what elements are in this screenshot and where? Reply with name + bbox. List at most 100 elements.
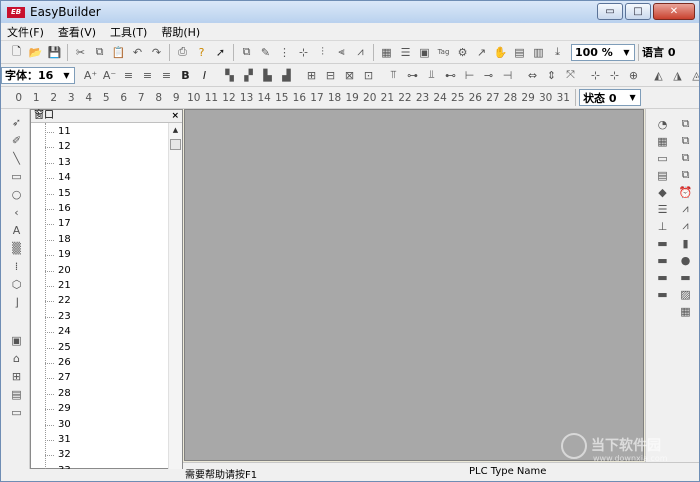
tree-item[interactable]: 17 xyxy=(45,216,71,231)
grid-icon[interactable]: ⋮ xyxy=(278,45,292,59)
alarm-icon[interactable]: ⏰ xyxy=(679,185,693,199)
tree-item[interactable]: 18 xyxy=(45,232,71,247)
bar-graph-icon[interactable]: ▮ xyxy=(679,236,693,250)
help-icon[interactable]: ? xyxy=(195,45,209,59)
layer-number[interactable]: 5 xyxy=(98,92,116,104)
tag-shape-icon[interactable]: ◆ xyxy=(656,185,670,199)
center-icon[interactable]: ⊕ xyxy=(627,68,641,82)
merge-icon[interactable]: ⊠ xyxy=(343,68,357,82)
layer-number[interactable]: 7 xyxy=(133,92,151,104)
multi-state-icon[interactable]: ⧉ xyxy=(679,168,693,182)
open-folder-icon[interactable]: 📂 xyxy=(29,45,43,59)
tree-item[interactable]: 24 xyxy=(45,324,71,339)
page-icon[interactable]: ▤ xyxy=(513,45,527,59)
polygon-icon[interactable]: ⬡ xyxy=(10,277,24,291)
layer-number[interactable]: 12 xyxy=(220,92,238,104)
undo-icon[interactable]: ↶ xyxy=(131,45,145,59)
function-key-icon[interactable]: ⌂ xyxy=(10,351,24,365)
align-icon[interactable]: ⫶ xyxy=(316,45,330,59)
layer-number[interactable]: 11 xyxy=(203,92,221,104)
keypad-grid-icon[interactable]: ▦ xyxy=(656,134,670,148)
layer-number[interactable]: 1 xyxy=(28,92,46,104)
picture-icon[interactable]: ▤ xyxy=(10,387,24,401)
bar-icon[interactable]: ▬ xyxy=(656,253,670,267)
keypad-icon[interactable]: ▭ xyxy=(10,405,24,419)
tree-item[interactable]: 32 xyxy=(45,447,71,462)
tree-item[interactable]: 12 xyxy=(45,139,71,154)
align-vcenter-icon[interactable]: ⊷ xyxy=(444,68,458,82)
numeric-display-icon[interactable]: ▤ xyxy=(656,168,670,182)
text-tool-icon[interactable]: A xyxy=(10,223,24,237)
arrow-tool-icon[interactable]: ↗ xyxy=(475,45,489,59)
display-icon[interactable]: ▬ xyxy=(656,236,670,250)
align-bottom-icon[interactable]: ⫫ xyxy=(425,68,439,82)
copy-icon[interactable]: ⧉ xyxy=(93,45,107,59)
layer-number[interactable]: 23 xyxy=(414,92,432,104)
line-icon[interactable]: ╲ xyxy=(10,151,24,165)
menu-view[interactable]: 查看(V) xyxy=(58,24,96,40)
download-icon[interactable]: ⤓ xyxy=(551,45,565,59)
numeric-input-icon[interactable]: ▭ xyxy=(656,151,670,165)
table-icon[interactable]: ▦ xyxy=(380,45,394,59)
redo-icon[interactable]: ↷ xyxy=(150,45,164,59)
space-h-icon[interactable]: ⊹ xyxy=(589,68,603,82)
gauge-icon[interactable]: ◔ xyxy=(656,117,670,131)
bit-lamp-icon[interactable]: ⧉ xyxy=(679,117,693,131)
layer-number[interactable]: 0 xyxy=(10,92,28,104)
zoom-select[interactable]: 100 % ▼ xyxy=(571,43,635,61)
layer-number[interactable]: 18 xyxy=(326,92,344,104)
ungroup-icon[interactable]: ⊟ xyxy=(324,68,338,82)
tree-item[interactable]: 19 xyxy=(45,247,71,262)
snap-icon[interactable]: ⊹ xyxy=(297,45,311,59)
layer-number[interactable]: 10 xyxy=(185,92,203,104)
layer-number[interactable]: 15 xyxy=(273,92,291,104)
align-middle-icon[interactable]: ⊶ xyxy=(406,68,420,82)
same-width-icon[interactable]: ⇔ xyxy=(526,68,540,82)
scroll-thumb[interactable] xyxy=(170,139,181,150)
list-box-icon[interactable]: ☰ xyxy=(656,202,670,216)
tree-item[interactable]: 26 xyxy=(45,355,71,370)
list-icon[interactable]: ☰ xyxy=(399,45,413,59)
tree-item[interactable]: 28 xyxy=(45,386,71,401)
state-select[interactable]: 状态 0 ▼ xyxy=(579,89,642,106)
tree-item[interactable]: 13 xyxy=(45,155,71,170)
distribute-icon[interactable]: ⫷ xyxy=(335,45,349,59)
menu-file[interactable]: 文件(F) xyxy=(7,24,44,40)
bold-icon[interactable]: B xyxy=(179,68,193,82)
layer-number[interactable]: 27 xyxy=(484,92,502,104)
settings-icon[interactable]: ⚙ xyxy=(456,45,470,59)
panel-icon[interactable]: ▬ xyxy=(656,270,670,284)
tree-item[interactable]: 27 xyxy=(45,370,71,385)
tree-item[interactable]: 23 xyxy=(45,309,71,324)
slider-icon[interactable]: ⊥ xyxy=(656,219,670,233)
align-hright-icon[interactable]: ⊣ xyxy=(501,68,515,82)
minimize-button[interactable]: ▭ xyxy=(597,3,623,20)
brush-icon[interactable]: ✐ xyxy=(10,133,24,147)
select-pointer-icon[interactable]: ➶ xyxy=(10,115,24,129)
tree-item[interactable]: 31 xyxy=(45,432,71,447)
arc-icon[interactable]: ‹ xyxy=(10,205,24,219)
bitmap-icon[interactable]: ▣ xyxy=(418,45,432,59)
tag-icon[interactable]: Tag xyxy=(437,45,451,59)
layer-number[interactable]: 25 xyxy=(449,92,467,104)
design-canvas[interactable] xyxy=(184,109,644,461)
layer-number[interactable]: 29 xyxy=(519,92,537,104)
bring-front-icon[interactable]: ▚ xyxy=(223,68,237,82)
font-grow-icon[interactable]: A⁺ xyxy=(84,68,98,82)
layer-number[interactable]: 17 xyxy=(308,92,326,104)
align-left-icon[interactable]: ≡ xyxy=(122,68,136,82)
tree-item[interactable]: 30 xyxy=(45,417,71,432)
tree-item[interactable]: 21 xyxy=(45,278,71,293)
tree-item[interactable]: 25 xyxy=(45,340,71,355)
pen-icon[interactable]: ✎ xyxy=(259,45,273,59)
pie-icon[interactable]: ● xyxy=(679,253,693,267)
rotate-icon[interactable]: ◬ xyxy=(690,68,699,82)
group-icon[interactable]: ⊞ xyxy=(305,68,319,82)
menu-tools[interactable]: 工具(T) xyxy=(110,24,147,40)
layer-number[interactable]: 6 xyxy=(115,92,133,104)
same-height-icon[interactable]: ⇕ xyxy=(545,68,559,82)
library-icon[interactable]: ⊞ xyxy=(10,369,24,383)
layer-number[interactable]: 14 xyxy=(255,92,273,104)
bar-h-icon[interactable]: ▬ xyxy=(679,270,693,284)
tree-item[interactable]: 16 xyxy=(45,201,71,216)
